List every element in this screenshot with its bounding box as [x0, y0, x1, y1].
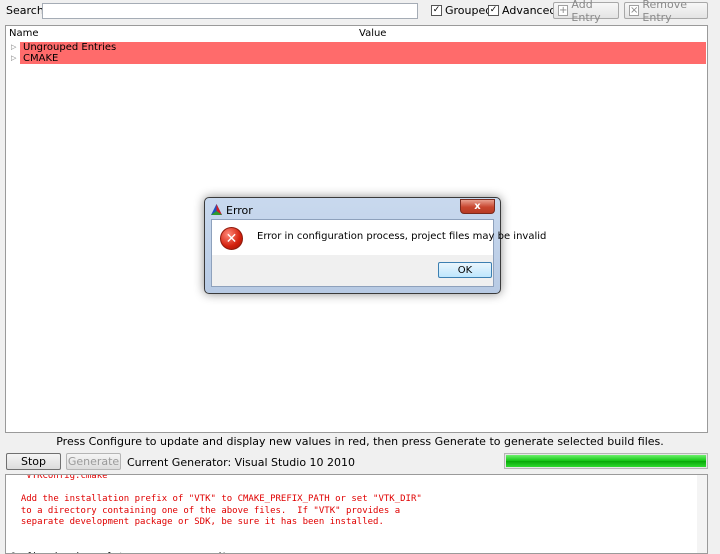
expand-arrow-icon[interactable]: ▷ — [11, 53, 19, 64]
dialog-message-area: ✕ Error in configuration process, projec… — [212, 220, 546, 255]
stop-button[interactable]: Stop — [6, 453, 61, 470]
ok-button[interactable]: OK — [438, 262, 492, 278]
remove-icon: × — [629, 4, 640, 16]
log-scrollbar[interactable] — [697, 475, 707, 553]
grouped-label: Grouped — [445, 4, 493, 17]
error-dialog: Error x ✕ Error in configuration process… — [204, 197, 546, 294]
advanced-label: Advanced — [502, 4, 557, 17]
plus-icon: + — [558, 4, 569, 16]
log-line: "VTKConfig.cmake" — [10, 474, 113, 481]
remove-entry-label: Remove Entry — [642, 0, 688, 24]
advanced-check-icon: ✓ — [488, 5, 499, 16]
dialog-body: ✕ Error in configuration process, projec… — [211, 219, 546, 287]
log-line: separate development package or SDK, be … — [10, 517, 384, 527]
dialog-title: Error — [226, 204, 253, 217]
error-icon: ✕ — [220, 227, 243, 250]
add-entry-button[interactable]: + Add Entry — [553, 0, 619, 24]
tree-header: Name Value — [6, 26, 707, 41]
cmake-app-icon — [211, 204, 222, 215]
tree-row-ungrouped-entries[interactable]: Ungrouped Entries — [20, 42, 706, 53]
advanced-checkbox[interactable]: ✓ Advanced — [488, 4, 556, 17]
close-icon[interactable]: x — [460, 199, 495, 214]
toolbar: Search: ✓ Grouped ✓ Advanced + Add Entry… — [0, 0, 720, 24]
progress-bar — [504, 453, 708, 469]
column-name-header[interactable]: Name — [9, 28, 39, 39]
dialog-message: Error in configuration process, project … — [257, 231, 547, 242]
log-line: Add the installation prefix of "VTK" to … — [10, 494, 422, 504]
output-log[interactable]: "VTKConfig.cmake" Add the installation p… — [5, 474, 708, 554]
tree-row-label: CMAKE — [23, 53, 59, 64]
log-line: to a directory containing one of the abo… — [10, 505, 401, 516]
grouped-checkbox[interactable]: ✓ Grouped — [431, 4, 492, 17]
current-generator-text: Current Generator: Visual Studio 10 2010 — [127, 456, 356, 469]
add-entry-label: Add Entry — [571, 0, 601, 24]
instruction-text: Press Configure to update and display ne… — [56, 435, 664, 448]
tree-row-label: Ungrouped Entries — [23, 42, 117, 53]
progress-fill — [506, 455, 706, 467]
log-lines: "VTKConfig.cmake" Add the installation p… — [10, 474, 422, 553]
tree-row-cmake[interactable]: CMAKE — [20, 53, 706, 64]
expand-arrow-icon[interactable]: ▷ — [11, 42, 19, 53]
remove-entry-button[interactable]: × Remove Entry — [624, 0, 708, 24]
search-input[interactable] — [42, 3, 418, 19]
column-value-header[interactable]: Value — [359, 28, 386, 39]
grouped-check-icon: ✓ — [431, 5, 442, 16]
generate-button[interactable]: Generate — [66, 453, 121, 470]
